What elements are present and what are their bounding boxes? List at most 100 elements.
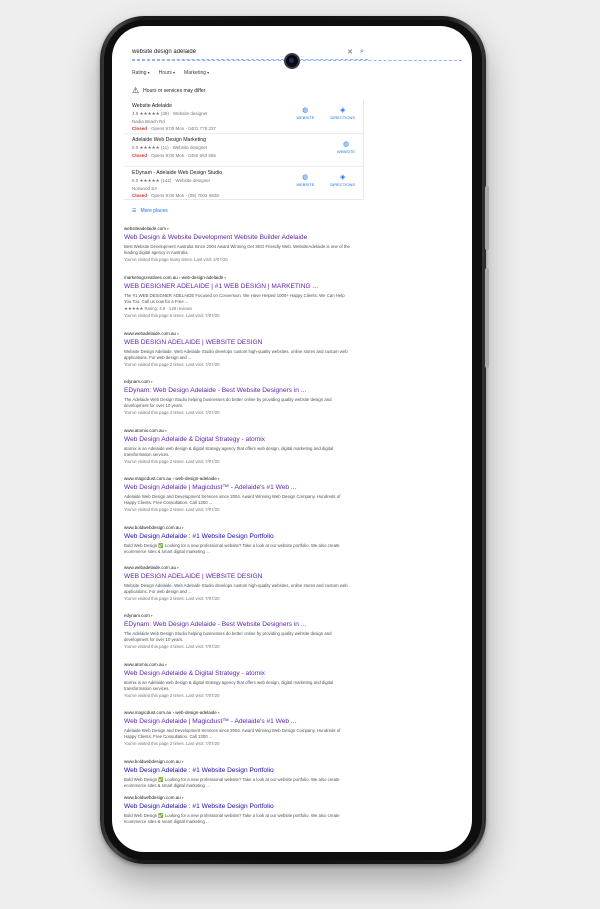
website-button[interactable]: ◍ WEBSITE — [337, 140, 355, 154]
local-result[interactable]: EDynam - Adelaide Web Design Studio 5.0 … — [124, 166, 363, 199]
business-hours: Closed · Opens 9:00 Mon · (08) 7002 9838 — [132, 193, 219, 198]
result-title[interactable]: Web Design Adelaide : #1 Website Design … — [124, 803, 350, 810]
filter-rating[interactable]: Rating — [132, 70, 150, 76]
result-url[interactable]: www.webadelaide.com.au — [124, 331, 350, 336]
result-title[interactable]: Web Design Adelaide & Digital Strategy -… — [124, 670, 350, 677]
result-title[interactable]: WEB DESIGNER ADELAIDE | #1 WEB DESIGN | … — [124, 283, 350, 290]
volume-button — [485, 186, 489, 250]
result-title[interactable]: WEB DESIGN ADELAIDE | WEBSITE DESIGN — [124, 339, 350, 346]
warning-icon: ⚠ — [132, 86, 140, 95]
result-url[interactable]: websiteadelaide.com — [124, 226, 350, 231]
result-visited: You've visited this page 2 times. Last v… — [124, 361, 220, 367]
local-pack: Website Adelaide 4.9 ★★★★★ (39) · Websit… — [124, 100, 364, 200]
globe-icon: ◍ — [302, 174, 309, 181]
result-url[interactable]: www.atomix.com.au — [124, 662, 350, 667]
power-button — [485, 268, 489, 368]
search-icon[interactable]: ⌕ — [356, 48, 368, 56]
result-url[interactable]: www.boldwebdesign.com.au — [124, 525, 350, 530]
search-result: edynam.com EDynam: Web Design Adelaide -… — [124, 379, 350, 428]
search-result: www.magicdust.com.au › web-design-adelai… — [124, 710, 350, 759]
result-title[interactable]: Web Design Adelaide | Magicdust™ - Adela… — [124, 484, 350, 491]
directions-icon: ◈ — [339, 174, 346, 181]
more-places-link[interactable]: ☰ More places — [132, 208, 168, 214]
result-visited: You've visited this page 2 times. Last v… — [124, 595, 220, 601]
business-name[interactable]: Adelaide Web Design Marketing — [132, 137, 363, 143]
result-snippet: The #1 WEB DESIGNER ADELAIDE Focused on … — [124, 292, 345, 304]
result-url[interactable]: www.magicdust.com.au › web-design-adelai… — [124, 710, 350, 715]
hours-notice-text: Hours or services may differ — [143, 87, 206, 94]
search-result: www.boldwebdesign.com.au Web Design Adel… — [124, 525, 350, 565]
directions-button[interactable]: ◈ DIRECTIONS — [330, 173, 355, 187]
search-result: edynam.com EDynam: Web Design Adelaide -… — [124, 613, 350, 662]
result-snippet: Best Website Development Australia Since… — [124, 244, 350, 255]
directions-button[interactable]: ◈ DIRECTIONS — [330, 106, 355, 120]
camera-icon — [284, 53, 300, 69]
result-snippet: The Adelaide Web Design Studio helping b… — [124, 397, 332, 408]
search-result: www.atomix.com.au Web Design Adelaide & … — [124, 662, 350, 711]
close-icon[interactable]: ✕ — [344, 48, 356, 56]
search-result: www.webadelaide.com.au WEB DESIGN ADELAI… — [124, 331, 350, 380]
filter-hours[interactable]: Hours — [159, 70, 175, 76]
globe-icon: ◍ — [342, 141, 350, 148]
search-result: www.magicdust.com.au › web-design-adelai… — [124, 476, 350, 525]
globe-icon: ◍ — [302, 107, 309, 114]
result-snippet: Adelaide Web Design and Development Serv… — [124, 494, 341, 505]
result-url[interactable]: www.boldwebdesign.com.au — [124, 759, 350, 764]
search-result: marketingcreatives.com.au › web-design-a… — [124, 275, 350, 331]
list-icon: ☰ — [132, 208, 137, 214]
result-url[interactable]: www.magicdust.com.au › web-design-adelai… — [124, 476, 350, 481]
directions-icon: ◈ — [339, 107, 346, 114]
result-visited: You've visited this page 5 times. Last v… — [124, 312, 220, 318]
local-result[interactable]: Website Adelaide 4.9 ★★★★★ (39) · Websit… — [124, 100, 363, 133]
result-url[interactable]: edynam.com — [124, 379, 350, 384]
filter-chips: Rating Hours Marketing — [132, 70, 209, 76]
phone-screen: website design adelaide ✕ ⌕ Rating Hours… — [112, 26, 472, 852]
search-result: websiteadelaide.com Web Design & Website… — [124, 226, 350, 275]
result-url[interactable]: www.atomix.com.au — [124, 428, 350, 433]
business-actions: ◍ WEBSITE ◈ DIRECTIONS — [296, 106, 355, 120]
result-visited: You've visited this page 2 times. Last v… — [124, 507, 220, 512]
filter-marketing[interactable]: Marketing — [184, 70, 209, 76]
result-title[interactable]: Web Design Adelaide & Digital Strategy -… — [124, 436, 350, 443]
result-title[interactable]: Web Design & Website Development Website… — [124, 234, 350, 241]
result-title[interactable]: EDynam: Web Design Adelaide - Best Websi… — [124, 387, 350, 394]
search-input[interactable]: website design adelaide — [132, 49, 344, 55]
result-title[interactable]: Web Design Adelaide : #1 Website Design … — [124, 767, 350, 774]
search-result: www.webadelaide.com.au WEB DESIGN ADELAI… — [124, 565, 350, 614]
website-button[interactable]: ◍ WEBSITE — [296, 173, 314, 187]
result-snippet: Bold Web Design ✅ Looking for a new prof… — [124, 776, 340, 788]
search-result: www.atomix.com.au Web Design Adelaide & … — [124, 428, 350, 477]
phone-frame: website design adelaide ✕ ⌕ Rating Hours… — [100, 16, 489, 864]
result-visited: You've visited this page 2 times. Last v… — [124, 692, 220, 698]
result-title[interactable]: EDynam: Web Design Adelaide - Best Websi… — [124, 621, 350, 628]
result-visited: You've visited this page 4 times. Last v… — [124, 410, 220, 415]
result-snippet: Bold Web Design ✅ Looking for a new prof… — [124, 812, 340, 824]
result-visited: You've visited this page 2 times. Last v… — [124, 458, 220, 464]
result-url[interactable]: edynam.com — [124, 613, 350, 618]
result-title[interactable]: Web Design Adelaide : #1 Website Design … — [124, 533, 350, 540]
business-hours: Closed · Opens 9:00 Mon · 0401 779 237 — [132, 126, 216, 131]
result-url[interactable]: www.webadelaide.com.au — [124, 565, 350, 570]
result-title[interactable]: Web Design Adelaide | Magicdust™ - Adela… — [124, 718, 350, 725]
result-url[interactable]: marketingcreatives.com.au › web-design-a… — [124, 275, 350, 280]
result-snippet: atomix is an Adelaide web design & digit… — [124, 679, 334, 691]
search-bar[interactable]: website design adelaide ✕ ⌕ — [132, 44, 368, 60]
search-result: www.boldwebdesign.com.au Web Design Adel… — [124, 795, 350, 827]
result-rating: ★★★★★ Rating: 4.9 · 128 reviews — [124, 305, 192, 311]
result-visited: You've visited this page 2 times. Last v… — [124, 741, 220, 746]
hours-notice: ⚠ Hours or services may differ — [132, 86, 205, 95]
result-title[interactable]: WEB DESIGN ADELAIDE | WEBSITE DESIGN — [124, 573, 350, 580]
result-snippet: atomix is an Adelaide web design & digit… — [124, 445, 334, 457]
result-snippet: Website Design Adelaide. Web Adelaide St… — [124, 582, 348, 594]
business-actions: ◍ WEBSITE — [337, 140, 355, 154]
result-snippet: The Adelaide Web Design Studio helping b… — [124, 631, 332, 642]
local-result[interactable]: Adelaide Web Design Marketing 5.0 ★★★★★ … — [124, 133, 363, 166]
result-url[interactable]: www.boldwebdesign.com.au — [124, 795, 350, 800]
result-visited: You've visited this page many times. Las… — [124, 257, 228, 262]
search-result: www.boldwebdesign.com.au Web Design Adel… — [124, 759, 350, 795]
result-snippet: Website Design Adelaide. Web Adelaide St… — [124, 348, 348, 360]
result-snippet: Adelaide Web Design and Development Serv… — [124, 728, 341, 739]
website-button[interactable]: ◍ WEBSITE — [296, 106, 314, 120]
result-snippet: Bold Web Design ✅ Looking for a new prof… — [124, 542, 340, 554]
business-actions: ◍ WEBSITE ◈ DIRECTIONS — [296, 173, 355, 187]
